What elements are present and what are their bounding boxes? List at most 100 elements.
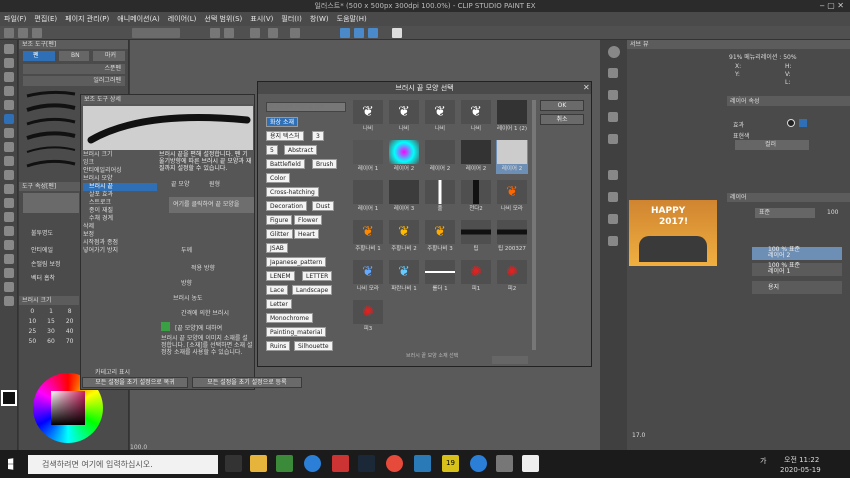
navigator-tab[interactable]: 서브 뷰 xyxy=(627,40,850,49)
tag[interactable]: LENEM xyxy=(266,271,295,281)
ie-icon[interactable] xyxy=(470,455,487,472)
tag[interactable]: 3 xyxy=(312,131,324,141)
material-thumb[interactable]: 레이어 1 xyxy=(352,140,384,174)
correct-line-tool-icon[interactable] xyxy=(4,296,14,306)
material-thumb[interactable]: 레이어 2 xyxy=(388,140,420,174)
material-thumb[interactable]: ❦ 나비 xyxy=(352,100,384,134)
history-icon[interactable] xyxy=(608,112,618,122)
tag[interactable]: Flower xyxy=(294,215,322,225)
material-thumb[interactable]: ❦ 나비 모라 xyxy=(496,180,528,214)
tag[interactable]: Decoration xyxy=(266,201,307,211)
app-icon[interactable] xyxy=(332,455,349,472)
tag[interactable]: Color xyxy=(266,173,290,183)
detail-category[interactable]: 넣어가기 방지 xyxy=(83,247,157,255)
layer-icon[interactable] xyxy=(608,236,618,246)
main-color-swatch[interactable] xyxy=(1,390,17,406)
brush-tool-icon[interactable] xyxy=(4,142,14,152)
material-thumb[interactable]: ❦ 주황나비 2 xyxy=(388,220,420,254)
material-thumb[interactable]: ❦ 나비 xyxy=(424,100,456,134)
balloon-tool-icon[interactable] xyxy=(4,282,14,292)
canvas-tab[interactable] xyxy=(132,28,180,38)
material-thumb[interactable]: ❦ 나비 xyxy=(388,100,420,134)
tag[interactable]: 5 xyxy=(266,145,278,155)
subtool-item[interactable]: 스푼펜 xyxy=(23,64,125,74)
subtool-tab-bn[interactable]: BN xyxy=(59,51,89,61)
material-thumb[interactable]: 레이어 2 xyxy=(460,140,492,174)
menu-edit[interactable]: 편집(E) xyxy=(30,14,61,24)
tag[interactable]: Figure xyxy=(266,215,293,225)
register-all-button[interactable]: 모든 설정을 초기 설정으로 등록 xyxy=(192,377,302,388)
material-thumb[interactable]: ✺ 피2 xyxy=(496,260,528,294)
detail-category[interactable]: 시작점과 종점 xyxy=(83,239,157,247)
tag[interactable]: Cross-hatching xyxy=(266,187,319,197)
menu-help[interactable]: 도움말(H) xyxy=(333,14,371,24)
frame-tool-icon[interactable] xyxy=(4,240,14,250)
layer-row-selected[interactable]: 100 % 표준 레이어 2 xyxy=(752,247,842,260)
gradient-tool-icon[interactable] xyxy=(4,212,14,222)
grid-icon[interactable] xyxy=(608,192,618,202)
material-thumb[interactable]: 풀 xyxy=(424,180,456,214)
save-icon[interactable] xyxy=(32,28,42,38)
clock-date[interactable]: 2020-05-19 xyxy=(780,466,821,474)
tag[interactable]: Monochrome xyxy=(266,313,313,323)
text-tool-icon[interactable] xyxy=(4,268,14,278)
nav-zoom[interactable]: 17.0 xyxy=(632,432,645,439)
eyedropper-tool-icon[interactable] xyxy=(4,100,14,110)
clock-time[interactable]: 오전 11:22 xyxy=(784,455,819,465)
menu-animation[interactable]: 애니메이션(A) xyxy=(113,14,163,24)
snap-perspective-icon[interactable] xyxy=(368,28,378,38)
menu-layer[interactable]: 레이어(L) xyxy=(164,14,201,24)
layer-color-black[interactable] xyxy=(787,119,795,127)
tag[interactable]: Dust xyxy=(312,201,334,211)
tag[interactable]: 용지 텍스처 xyxy=(266,131,304,141)
tag[interactable]: Abstract xyxy=(284,145,318,155)
mail-icon[interactable] xyxy=(414,455,431,472)
pencil-tool-icon[interactable] xyxy=(4,128,14,138)
material-icon[interactable] xyxy=(608,68,618,78)
explorer-icon[interactable] xyxy=(250,455,267,472)
taskbar-search[interactable]: 검색하려면 여기에 입력하십시오. xyxy=(28,455,218,474)
snap-icon[interactable] xyxy=(608,170,618,180)
blend-mode-select[interactable]: 표준 xyxy=(755,208,815,218)
color-mode-select[interactable]: 컬러 xyxy=(735,140,809,150)
detail-category[interactable]: 브러시 모양 xyxy=(83,175,157,183)
tag[interactable]: Letter xyxy=(266,299,292,309)
material-thumb[interactable]: 레이어 1 xyxy=(352,180,384,214)
brush-size-grid[interactable]: 018 10 15 20 25 30 40 50 60 70 xyxy=(23,308,79,348)
material-thumb[interactable]: ❦ 파란나비 1 xyxy=(388,260,420,294)
detail-category[interactable]: 안티에일리어싱 xyxy=(83,167,157,175)
blend-tool-icon[interactable] xyxy=(4,184,14,194)
undo-icon[interactable] xyxy=(210,28,220,38)
subtool-item[interactable]: 일러그러펜 xyxy=(23,76,125,86)
detail-category[interactable]: 스트로크 xyxy=(83,199,157,207)
airbrush-tool-icon[interactable] xyxy=(4,156,14,166)
new-file-icon[interactable] xyxy=(4,28,14,38)
detail-category[interactable]: 보정 xyxy=(83,231,157,239)
ruler-tool-icon[interactable] xyxy=(4,254,14,264)
detail-category[interactable]: 잉크 xyxy=(83,159,157,167)
move-tool-icon[interactable] xyxy=(4,58,14,68)
material-thumb[interactable]: 천다2 xyxy=(460,180,492,214)
material-thumb[interactable]: 레이어 1 (2) xyxy=(496,100,528,134)
menu-view[interactable]: 표시(V) xyxy=(246,14,277,24)
tag[interactable]: Landscape xyxy=(292,285,333,295)
material-thumb[interactable]: ✺ 피1 xyxy=(460,260,492,294)
layer-row[interactable]: 100 % 표준 레이어 1 xyxy=(752,263,842,276)
ime-indicator[interactable]: 가 xyxy=(760,456,766,466)
show-category-checkbox[interactable]: 카테고리 표시 xyxy=(95,367,130,376)
tag[interactable]: Silhouette xyxy=(294,341,333,351)
tip-shape-click-area[interactable]: 여기를 클릭하여 끝 모양을 xyxy=(169,197,254,213)
tag[interactable]: JSAB xyxy=(266,243,288,253)
detail-category[interactable]: 삭제 xyxy=(83,223,157,231)
view-mode-icons[interactable] xyxy=(492,356,528,364)
menu-window[interactable]: 창(W) xyxy=(306,14,333,24)
open-icon[interactable] xyxy=(18,28,28,38)
edge-icon[interactable] xyxy=(304,455,321,472)
transform-icon[interactable] xyxy=(290,28,300,38)
ruler-icon[interactable] xyxy=(608,214,618,224)
detail-category[interactable]: 수채 경계 xyxy=(83,215,157,223)
detail-category[interactable]: 브러시 크기 xyxy=(83,151,157,159)
shape-tool-icon[interactable] xyxy=(4,226,14,236)
material-scrollbar[interactable] xyxy=(532,100,536,350)
kakao-icon[interactable]: 19 xyxy=(442,455,459,472)
